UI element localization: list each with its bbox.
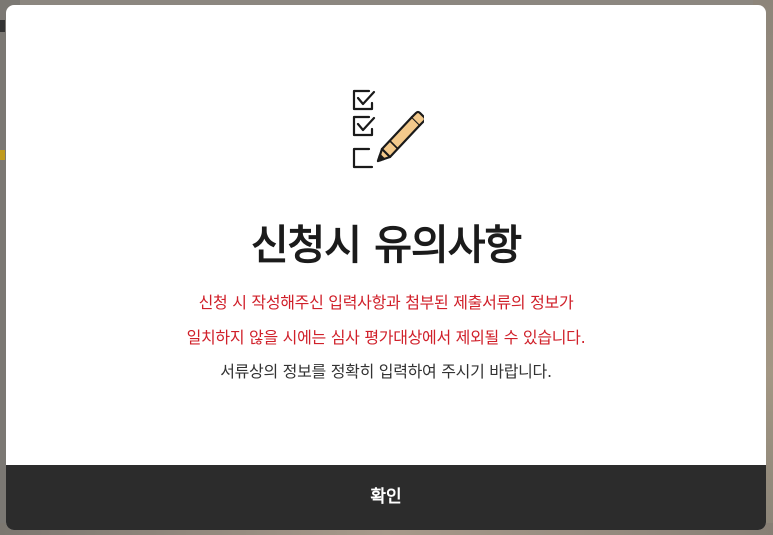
notice-text: 서류상의 정보를 정확히 입력하여 주시기 바랍니다. (220, 362, 552, 381)
confirm-button[interactable]: 확인 (6, 465, 766, 530)
background-mark (0, 20, 5, 32)
background-accent (0, 150, 5, 160)
warning-text-line-2: 일치하지 않을 시에는 심사 평가대상에서 제외될 수 있습니다. (186, 328, 586, 347)
modal-title: 신청시 유의사항 (250, 221, 522, 269)
notice-modal: 신청시 유의사항 신청 시 작성해주신 입력사항과 첨부된 제출서류의 정보가 … (6, 5, 766, 530)
warning-text-line-1: 신청 시 작성해주신 입력사항과 첨부된 제출서류의 정보가 (198, 293, 574, 312)
checklist-pen-icon (350, 89, 427, 169)
